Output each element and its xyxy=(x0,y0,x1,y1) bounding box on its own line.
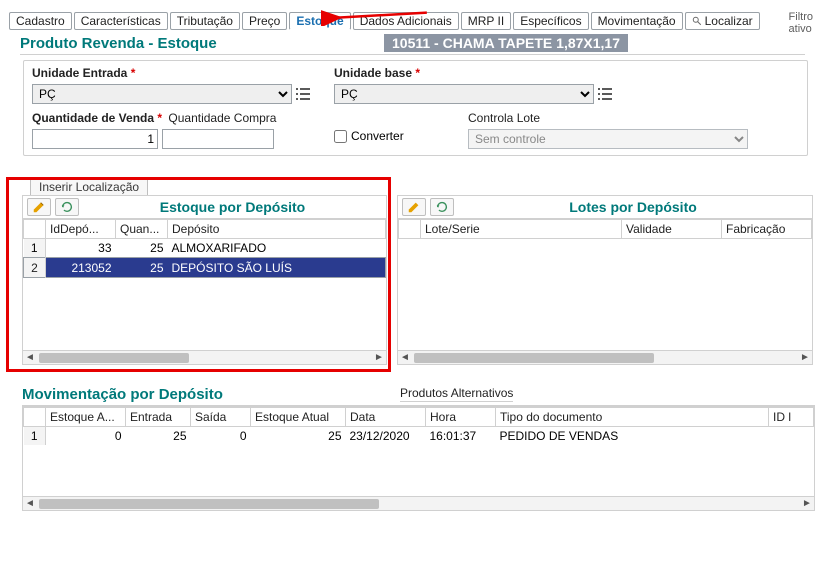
tab-dados-adicionais[interactable]: Dados Adicionais xyxy=(353,12,459,30)
scroll-thumb[interactable] xyxy=(414,353,654,363)
col-lote[interactable]: Lote/Serie xyxy=(421,220,622,239)
col-estoque-atual[interactable]: Estoque Atual xyxy=(251,408,346,427)
col-tipo-doc[interactable]: Tipo do documento xyxy=(496,408,769,427)
converter-label: Converter xyxy=(351,129,404,143)
qtd-compra-label: Quantidade Compra xyxy=(168,111,276,125)
col-rownum xyxy=(399,220,421,239)
col-rownum xyxy=(24,408,46,427)
edit-button[interactable] xyxy=(402,198,426,216)
scroll-right-icon[interactable]: ► xyxy=(798,352,812,363)
qtd-venda-label: Quantidade de Venda xyxy=(32,111,154,125)
search-icon xyxy=(692,16,702,26)
tab-estoque[interactable]: Estoque xyxy=(289,12,350,30)
tab-movimentacao[interactable]: Movimentação xyxy=(591,12,683,30)
filtro-ativo-label: Filtro ativo xyxy=(789,11,813,35)
scrollbar-horizontal[interactable]: ◄ ► xyxy=(23,496,814,510)
panel-lotes-deposito: Lotes por Depósito Lote/Serie Validade F… xyxy=(397,195,813,365)
controla-lote-label: Controla Lote xyxy=(468,111,540,125)
tab-cadastro[interactable]: Cadastro xyxy=(9,12,72,30)
col-hora[interactable]: Hora xyxy=(426,408,496,427)
col-entrada[interactable]: Entrada xyxy=(126,408,191,427)
col-id[interactable]: ID l xyxy=(769,408,814,427)
product-id-badge: 10511 - CHAMA TAPETE 1,87X1,17 xyxy=(384,34,628,52)
scrollbar-horizontal[interactable]: ◄ ► xyxy=(23,350,386,364)
required-star: * xyxy=(415,66,420,80)
unidade-entrada-select[interactable]: PÇ xyxy=(32,84,292,104)
panel-title-left: Estoque por Depósito xyxy=(79,199,386,215)
tabs-bar: Cadastro Características Tributação Preç… xyxy=(9,12,760,30)
col-saida[interactable]: Saída xyxy=(191,408,251,427)
col-rownum xyxy=(24,220,46,239)
refresh-button[interactable] xyxy=(55,198,79,216)
table-row[interactable]: 1 0 25 0 25 23/12/2020 16:01:37 PEDIDO D… xyxy=(24,427,814,446)
col-estoque-ant[interactable]: Estoque A... xyxy=(46,408,126,427)
required-star: * xyxy=(131,66,136,80)
scroll-right-icon[interactable]: ► xyxy=(372,352,386,363)
scroll-left-icon[interactable]: ◄ xyxy=(23,498,37,509)
edit-button[interactable] xyxy=(27,198,51,216)
list-icon[interactable] xyxy=(597,86,613,102)
scrollbar-horizontal[interactable]: ◄ ► xyxy=(398,350,812,364)
mov-title: Movimentação por Depósito xyxy=(22,386,223,403)
col-deposito[interactable]: Depósito xyxy=(168,220,386,239)
unidade-entrada-label: Unidade Entrada xyxy=(32,66,127,80)
panel-mov-deposito: Estoque A... Entrada Saída Estoque Atual… xyxy=(22,406,815,511)
tab-preco[interactable]: Preço xyxy=(242,12,287,30)
tab-caracteristicas[interactable]: Características xyxy=(74,12,168,30)
table-row[interactable]: 2 213052 25 DEPÓSITO SÃO LUÍS xyxy=(24,258,386,278)
list-icon[interactable] xyxy=(295,86,311,102)
form-area: Unidade Entrada * PÇ Unidade base * PÇ Q… xyxy=(23,60,808,156)
tab-especificos[interactable]: Específicos xyxy=(513,12,588,30)
col-fabricacao[interactable]: Fabricação xyxy=(722,220,812,239)
qtd-venda-input[interactable] xyxy=(32,129,158,149)
required-star: * xyxy=(157,111,162,125)
col-quant[interactable]: Quan... xyxy=(116,220,168,239)
controla-lote-select: Sem controle xyxy=(468,129,748,149)
grid-estoque-deposito[interactable]: IdDepó... Quan... Depósito 1 33 25 ALMOX… xyxy=(23,219,386,278)
pencil-icon xyxy=(407,200,421,214)
tab-localizar-label: Localizar xyxy=(705,14,753,28)
converter-checkbox[interactable] xyxy=(334,130,347,143)
table-row[interactable]: 1 33 25 ALMOXARIFADO xyxy=(24,239,386,258)
scroll-left-icon[interactable]: ◄ xyxy=(23,352,37,363)
panel-estoque-deposito: Estoque por Depósito IdDepó... Quan... D… xyxy=(22,195,387,365)
qtd-compra-input[interactable] xyxy=(162,129,274,149)
col-iddeposito[interactable]: IdDepó... xyxy=(46,220,116,239)
scroll-thumb[interactable] xyxy=(39,499,379,509)
unidade-base-select[interactable]: PÇ xyxy=(334,84,594,104)
scroll-right-icon[interactable]: ► xyxy=(800,498,814,509)
unidade-base-label: Unidade base xyxy=(334,66,412,80)
col-data[interactable]: Data xyxy=(346,408,426,427)
grid-lotes-deposito[interactable]: Lote/Serie Validade Fabricação xyxy=(398,219,812,239)
scroll-thumb[interactable] xyxy=(39,353,189,363)
refresh-icon xyxy=(60,200,74,214)
produtos-alternativos-label[interactable]: Produtos Alternativos xyxy=(400,386,513,402)
panel-title-right: Lotes por Depósito xyxy=(454,199,812,215)
refresh-button[interactable] xyxy=(430,198,454,216)
tab-tributacao[interactable]: Tributação xyxy=(170,12,240,30)
refresh-icon xyxy=(435,200,449,214)
page-title: Produto Revenda - Estoque xyxy=(20,35,217,52)
scroll-left-icon[interactable]: ◄ xyxy=(398,352,412,363)
grid-mov-deposito[interactable]: Estoque A... Entrada Saída Estoque Atual… xyxy=(23,407,814,445)
pencil-icon xyxy=(32,200,46,214)
col-validade[interactable]: Validade xyxy=(622,220,722,239)
tab-mrp[interactable]: MRP II xyxy=(461,12,511,30)
tab-localizar[interactable]: Localizar xyxy=(685,12,760,30)
